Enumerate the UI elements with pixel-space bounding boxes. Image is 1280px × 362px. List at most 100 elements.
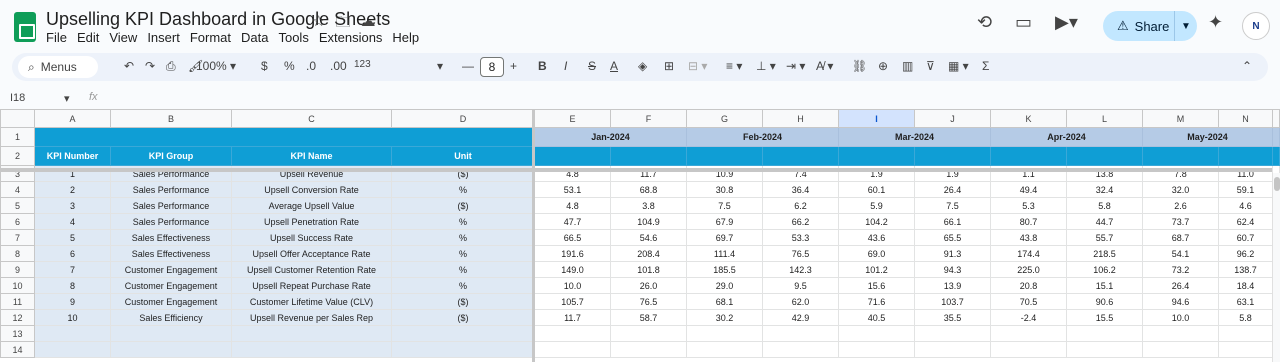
row-number[interactable]: 6 <box>0 213 35 230</box>
value-cell[interactable]: 29.0 <box>686 277 763 294</box>
target-actual-header[interactable] <box>914 146 991 166</box>
value-cell[interactable]: 68.8 <box>610 181 687 198</box>
borders-icon[interactable]: ⊞ <box>664 59 674 73</box>
kpi-number-cell[interactable]: 5 <box>34 229 111 246</box>
row-number[interactable]: 1 <box>0 127 35 147</box>
empty-cell[interactable] <box>610 341 687 358</box>
column-header[interactable]: E <box>534 109 611 128</box>
row-number[interactable]: 11 <box>0 293 35 310</box>
empty-cell[interactable] <box>391 325 535 342</box>
target-actual-header[interactable] <box>1272 146 1280 166</box>
column-header[interactable]: J <box>914 109 991 128</box>
kpi-name-cell[interactable]: Upsell Customer Retention Rate <box>231 261 392 278</box>
value-cell[interactable]: 49.4 <box>990 181 1067 198</box>
value-cell[interactable]: 104.2 <box>838 213 915 230</box>
text-color-button[interactable]: A <box>610 59 618 73</box>
value-cell[interactable]: 191.6 <box>534 245 611 262</box>
insert-comment-icon[interactable]: ⊕ <box>878 59 888 73</box>
decrease-decimal-button[interactable]: .0 <box>306 59 316 73</box>
value-cell[interactable]: 80.7 <box>990 213 1067 230</box>
target-actual-header[interactable] <box>990 146 1067 166</box>
value-cell[interactable]: 96.2 <box>1218 245 1273 262</box>
kpi-number-cell[interactable]: 8 <box>34 277 111 294</box>
target-actual-header[interactable] <box>534 146 611 166</box>
value-cell[interactable]: 4.8 <box>534 197 611 214</box>
kpi-column-header[interactable]: Unit <box>391 146 535 166</box>
value-cell[interactable]: 54.1 <box>1142 245 1219 262</box>
empty-cell[interactable] <box>990 325 1067 342</box>
value-cell[interactable]: 5.3 <box>990 197 1067 214</box>
column-header[interactable]: M <box>1142 109 1219 128</box>
column-header[interactable]: L <box>1066 109 1143 128</box>
value-cell[interactable]: 32.4 <box>1066 181 1143 198</box>
redo-icon[interactable]: ↷ <box>145 59 155 73</box>
kpi-number-cell[interactable]: 6 <box>34 245 111 262</box>
value-cell[interactable]: 68.1 <box>686 293 763 310</box>
value-cell[interactable]: 63.1 <box>1218 293 1273 310</box>
value-cell[interactable]: 105.7 <box>534 293 611 310</box>
empty-cell[interactable] <box>34 325 111 342</box>
value-cell[interactable]: 44.7 <box>1066 213 1143 230</box>
kpi-name-cell[interactable]: Upsell Revenue per Sales Rep <box>231 309 392 326</box>
formula-input[interactable] <box>110 90 1270 106</box>
value-cell[interactable]: 35.5 <box>914 309 991 326</box>
decrease-font-size-icon[interactable]: — <box>462 59 474 73</box>
font-size-input[interactable]: 8 <box>480 57 504 77</box>
value-cell[interactable]: 62.4 <box>1218 213 1273 230</box>
row-number[interactable]: 8 <box>0 245 35 262</box>
target-actual-header[interactable] <box>762 146 839 166</box>
value-cell[interactable]: 104.9 <box>610 213 687 230</box>
font-family-dropdown-icon[interactable]: ▾ <box>437 59 443 73</box>
increase-decimal-button[interactable]: .00 <box>330 59 347 73</box>
kpi-name-cell[interactable]: Upsell Penetration Rate <box>231 213 392 230</box>
value-cell[interactable]: 26.4 <box>1142 277 1219 294</box>
value-cell[interactable]: 42.9 <box>762 309 839 326</box>
target-actual-header[interactable] <box>1142 146 1219 166</box>
value-cell[interactable]: 66.2 <box>762 213 839 230</box>
value-cell[interactable]: 47.7 <box>534 213 611 230</box>
column-header[interactable]: B <box>110 109 232 128</box>
empty-cell[interactable] <box>990 341 1067 358</box>
target-actual-header[interactable] <box>686 146 763 166</box>
kpi-number-cell[interactable]: 3 <box>34 197 111 214</box>
kpi-group-cell[interactable]: Sales Performance <box>110 213 232 230</box>
cell-table[interactable]: A B C D E F G H I J K L M N 1 Jan-2024 Feb-2024 Mar-2024 A… <box>0 109 1280 358</box>
kpi-name-cell[interactable]: Upsell Conversion Rate <box>231 181 392 198</box>
unit-cell[interactable]: ($) <box>391 197 535 214</box>
value-cell[interactable]: 53.1 <box>534 181 611 198</box>
row-number[interactable]: 12 <box>0 309 35 326</box>
text-rotation-icon[interactable]: A̸ ▾ <box>816 59 833 73</box>
empty-cell[interactable] <box>914 341 991 358</box>
fill-color-icon[interactable]: ◈ <box>638 59 647 73</box>
empty-cell[interactable] <box>110 341 232 358</box>
vertical-align-icon[interactable]: ⊥ ▾ <box>756 59 776 73</box>
meet-icon[interactable]: ▶▾ <box>1055 12 1078 33</box>
value-cell[interactable]: 43.6 <box>838 229 915 246</box>
empty-cell[interactable] <box>686 325 763 342</box>
value-cell[interactable]: 62.0 <box>762 293 839 310</box>
menu-item-edit[interactable]: Edit <box>77 30 105 45</box>
kpi-number-cell[interactable]: 9 <box>34 293 111 310</box>
empty-cell[interactable] <box>110 325 232 342</box>
value-cell[interactable]: 101.2 <box>838 261 915 278</box>
kpi-group-cell[interactable]: Sales Effectiveness <box>110 229 232 246</box>
empty-cell[interactable] <box>610 325 687 342</box>
value-cell[interactable]: 67.9 <box>686 213 763 230</box>
empty-cell[interactable] <box>391 341 535 358</box>
value-cell[interactable]: 15.1 <box>1066 277 1143 294</box>
column-header[interactable]: G <box>686 109 763 128</box>
kpi-name-cell[interactable]: Upsell Repeat Purchase Rate <box>231 277 392 294</box>
menu-item-format[interactable]: Format <box>190 30 237 45</box>
unit-cell[interactable]: % <box>391 261 535 278</box>
value-cell[interactable]: 20.8 <box>990 277 1067 294</box>
column-header[interactable]: N <box>1218 109 1273 128</box>
kpi-number-cell[interactable]: 2 <box>34 181 111 198</box>
unit-cell[interactable]: % <box>391 213 535 230</box>
empty-cell[interactable] <box>231 325 392 342</box>
column-header[interactable]: A <box>34 109 111 128</box>
version-history-icon[interactable]: ⟲ <box>977 12 992 33</box>
column-header[interactable]: F <box>610 109 687 128</box>
menu-item-file[interactable]: File <box>46 30 73 45</box>
value-cell[interactable]: 30.2 <box>686 309 763 326</box>
value-cell[interactable]: 65.5 <box>914 229 991 246</box>
